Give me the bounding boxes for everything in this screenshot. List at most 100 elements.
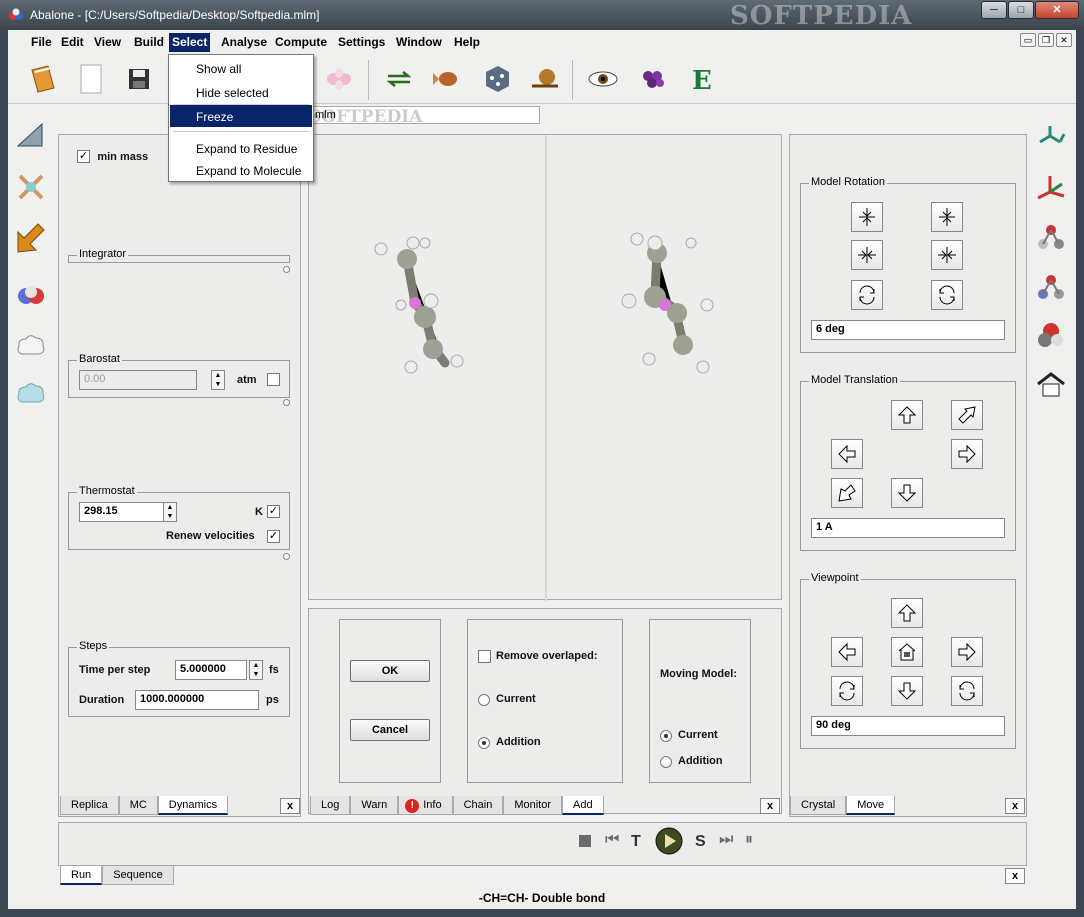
thermostat-spinner[interactable]: ▲ ▼	[163, 502, 177, 522]
save-icon[interactable]	[122, 62, 156, 96]
mdi-close-icon[interactable]: ✕	[1056, 33, 1072, 47]
center-panel-close-button[interactable]: x	[760, 798, 780, 814]
stop-icon[interactable]	[579, 835, 591, 847]
s-button[interactable]: S	[695, 833, 706, 851]
swap-arrows-icon[interactable]	[382, 62, 416, 96]
translate-left-button[interactable]	[831, 439, 863, 469]
molecule-cross-icon[interactable]	[14, 170, 48, 204]
grapes-icon[interactable]	[636, 62, 670, 96]
cancel-button[interactable]: Cancel	[350, 719, 430, 741]
menu-help[interactable]: Help	[451, 33, 483, 52]
view-left-button[interactable]	[831, 637, 863, 667]
rotate-down-button[interactable]	[931, 202, 963, 232]
barostat-checkbox[interactable]	[267, 373, 280, 386]
minimize-button[interactable]: ─	[981, 1, 1007, 19]
menu-build[interactable]: Build	[131, 33, 167, 52]
view-right-button[interactable]	[951, 637, 983, 667]
splitter-handle[interactable]	[283, 553, 290, 560]
molecule-view-left[interactable]	[309, 135, 545, 601]
menu-analyse[interactable]: Analyse	[218, 33, 270, 52]
menu-item-freeze[interactable]: Freeze	[170, 105, 312, 127]
menu-item-show-all[interactable]: Show all	[170, 57, 312, 79]
molecule-view-right[interactable]	[547, 135, 783, 601]
menu-item-expand-molecule[interactable]: Expand to Molecule	[170, 159, 312, 181]
tab-crystal[interactable]: Crystal	[790, 796, 847, 815]
tab-dynamics[interactable]: Dynamics	[157, 796, 229, 815]
rotate-up-button[interactable]	[851, 202, 883, 232]
translate-back-button[interactable]	[831, 478, 863, 508]
structure-axes-icon[interactable]	[1034, 172, 1068, 206]
skip-back-icon[interactable]: ⏮	[605, 831, 619, 849]
renew-velocities-checkbox[interactable]: ✓	[267, 530, 280, 543]
menu-item-hide-selected[interactable]: Hide selected	[170, 81, 312, 103]
moving-current-radio[interactable]	[660, 730, 672, 742]
skip-forward-icon[interactable]: ⏭	[719, 831, 733, 849]
tab-replica[interactable]: Replica	[60, 796, 119, 815]
barostat-input[interactable]: 0.00	[79, 370, 197, 390]
rotate-ccw-button[interactable]	[851, 280, 883, 310]
menu-file[interactable]: File	[28, 33, 55, 52]
fish-icon[interactable]	[430, 62, 464, 96]
tab-run[interactable]: Run	[60, 866, 103, 885]
new-document-icon[interactable]	[74, 62, 108, 96]
energy-icon[interactable]: E	[684, 62, 718, 96]
arrow-cursor-icon[interactable]	[14, 222, 48, 256]
overlap-addition-radio[interactable]	[478, 737, 490, 749]
tab-info[interactable]: ! Info	[398, 796, 453, 815]
translate-down-button[interactable]	[891, 478, 923, 508]
t-button[interactable]: T	[631, 833, 641, 851]
viewpoint-step-input[interactable]: 90 deg	[811, 716, 1005, 736]
rotate-right-button[interactable]	[931, 240, 963, 270]
play-icon[interactable]	[655, 827, 683, 855]
menu-select[interactable]: Select	[169, 33, 211, 52]
right-panel-close-button[interactable]: x	[1005, 798, 1025, 814]
menu-view[interactable]: View	[91, 33, 124, 52]
orbital-icon[interactable]	[322, 62, 356, 96]
view-down-button[interactable]	[891, 676, 923, 706]
dice-icon[interactable]	[480, 62, 514, 96]
tab-chain[interactable]: Chain	[452, 796, 504, 815]
min-mass-checkbox[interactable]: ✓	[77, 150, 90, 164]
moving-addition-radio[interactable]	[660, 756, 672, 768]
tab-add[interactable]: Add	[562, 796, 604, 815]
tab-mc[interactable]: MC	[118, 796, 158, 815]
thermostat-input[interactable]: 298.15	[79, 502, 165, 522]
view-rotate-cw-button[interactable]	[951, 676, 983, 706]
cloud-filled-icon[interactable]	[14, 378, 48, 412]
bottom-panel-close-button[interactable]: x	[1005, 868, 1025, 884]
book-icon[interactable]	[26, 62, 60, 96]
tab-sequence[interactable]: Sequence	[102, 866, 174, 885]
eye-icon[interactable]	[586, 62, 620, 96]
time-per-step-input[interactable]: 5.000000	[175, 660, 247, 680]
left-panel-close-button[interactable]: x	[280, 798, 300, 814]
duration-input[interactable]: 1000.000000	[135, 690, 259, 710]
close-button[interactable]: ✕	[1035, 1, 1079, 19]
view-rotate-ccw-button[interactable]	[831, 676, 863, 706]
translate-forward-button[interactable]	[951, 400, 983, 430]
menu-compute[interactable]: Compute	[272, 33, 330, 52]
structure-teal-icon[interactable]	[1034, 122, 1068, 156]
mdi-minimize-icon[interactable]: ▭	[1020, 33, 1036, 47]
ball-stick-icon[interactable]	[1034, 220, 1068, 254]
menu-window[interactable]: Window	[393, 33, 445, 52]
tab-warn[interactable]: Warn	[350, 796, 399, 815]
menu-item-expand-residue[interactable]: Expand to Residue	[170, 137, 312, 159]
splitter-handle[interactable]	[283, 266, 290, 273]
rotation-step-input[interactable]: 6 deg	[811, 320, 1005, 340]
splitter-handle[interactable]	[283, 399, 290, 406]
thermostat-unit-checkbox[interactable]: ✓	[267, 505, 280, 518]
document-tab[interactable]: SOFTPEDIA mlm	[308, 106, 540, 127]
title-bar[interactable]: Abalone - [C:/Users/Softpedia/Desktop/So…	[0, 0, 1084, 31]
ruler-triangle-icon[interactable]	[14, 118, 48, 152]
pause-icon[interactable]: ⏸	[745, 831, 753, 849]
ball-stick-blue-icon[interactable]	[1034, 270, 1068, 304]
menu-edit[interactable]: Edit	[58, 33, 87, 52]
time-per-step-spinner[interactable]: ▲ ▼	[249, 660, 263, 680]
tab-log[interactable]: Log	[310, 796, 351, 815]
rotate-left-button[interactable]	[851, 240, 883, 270]
translation-step-input[interactable]: 1 A	[811, 518, 1005, 538]
snail-icon[interactable]	[528, 62, 562, 96]
ok-button[interactable]: OK	[350, 660, 430, 682]
rotate-cw-button[interactable]	[931, 280, 963, 310]
tab-monitor[interactable]: Monitor	[503, 796, 563, 815]
